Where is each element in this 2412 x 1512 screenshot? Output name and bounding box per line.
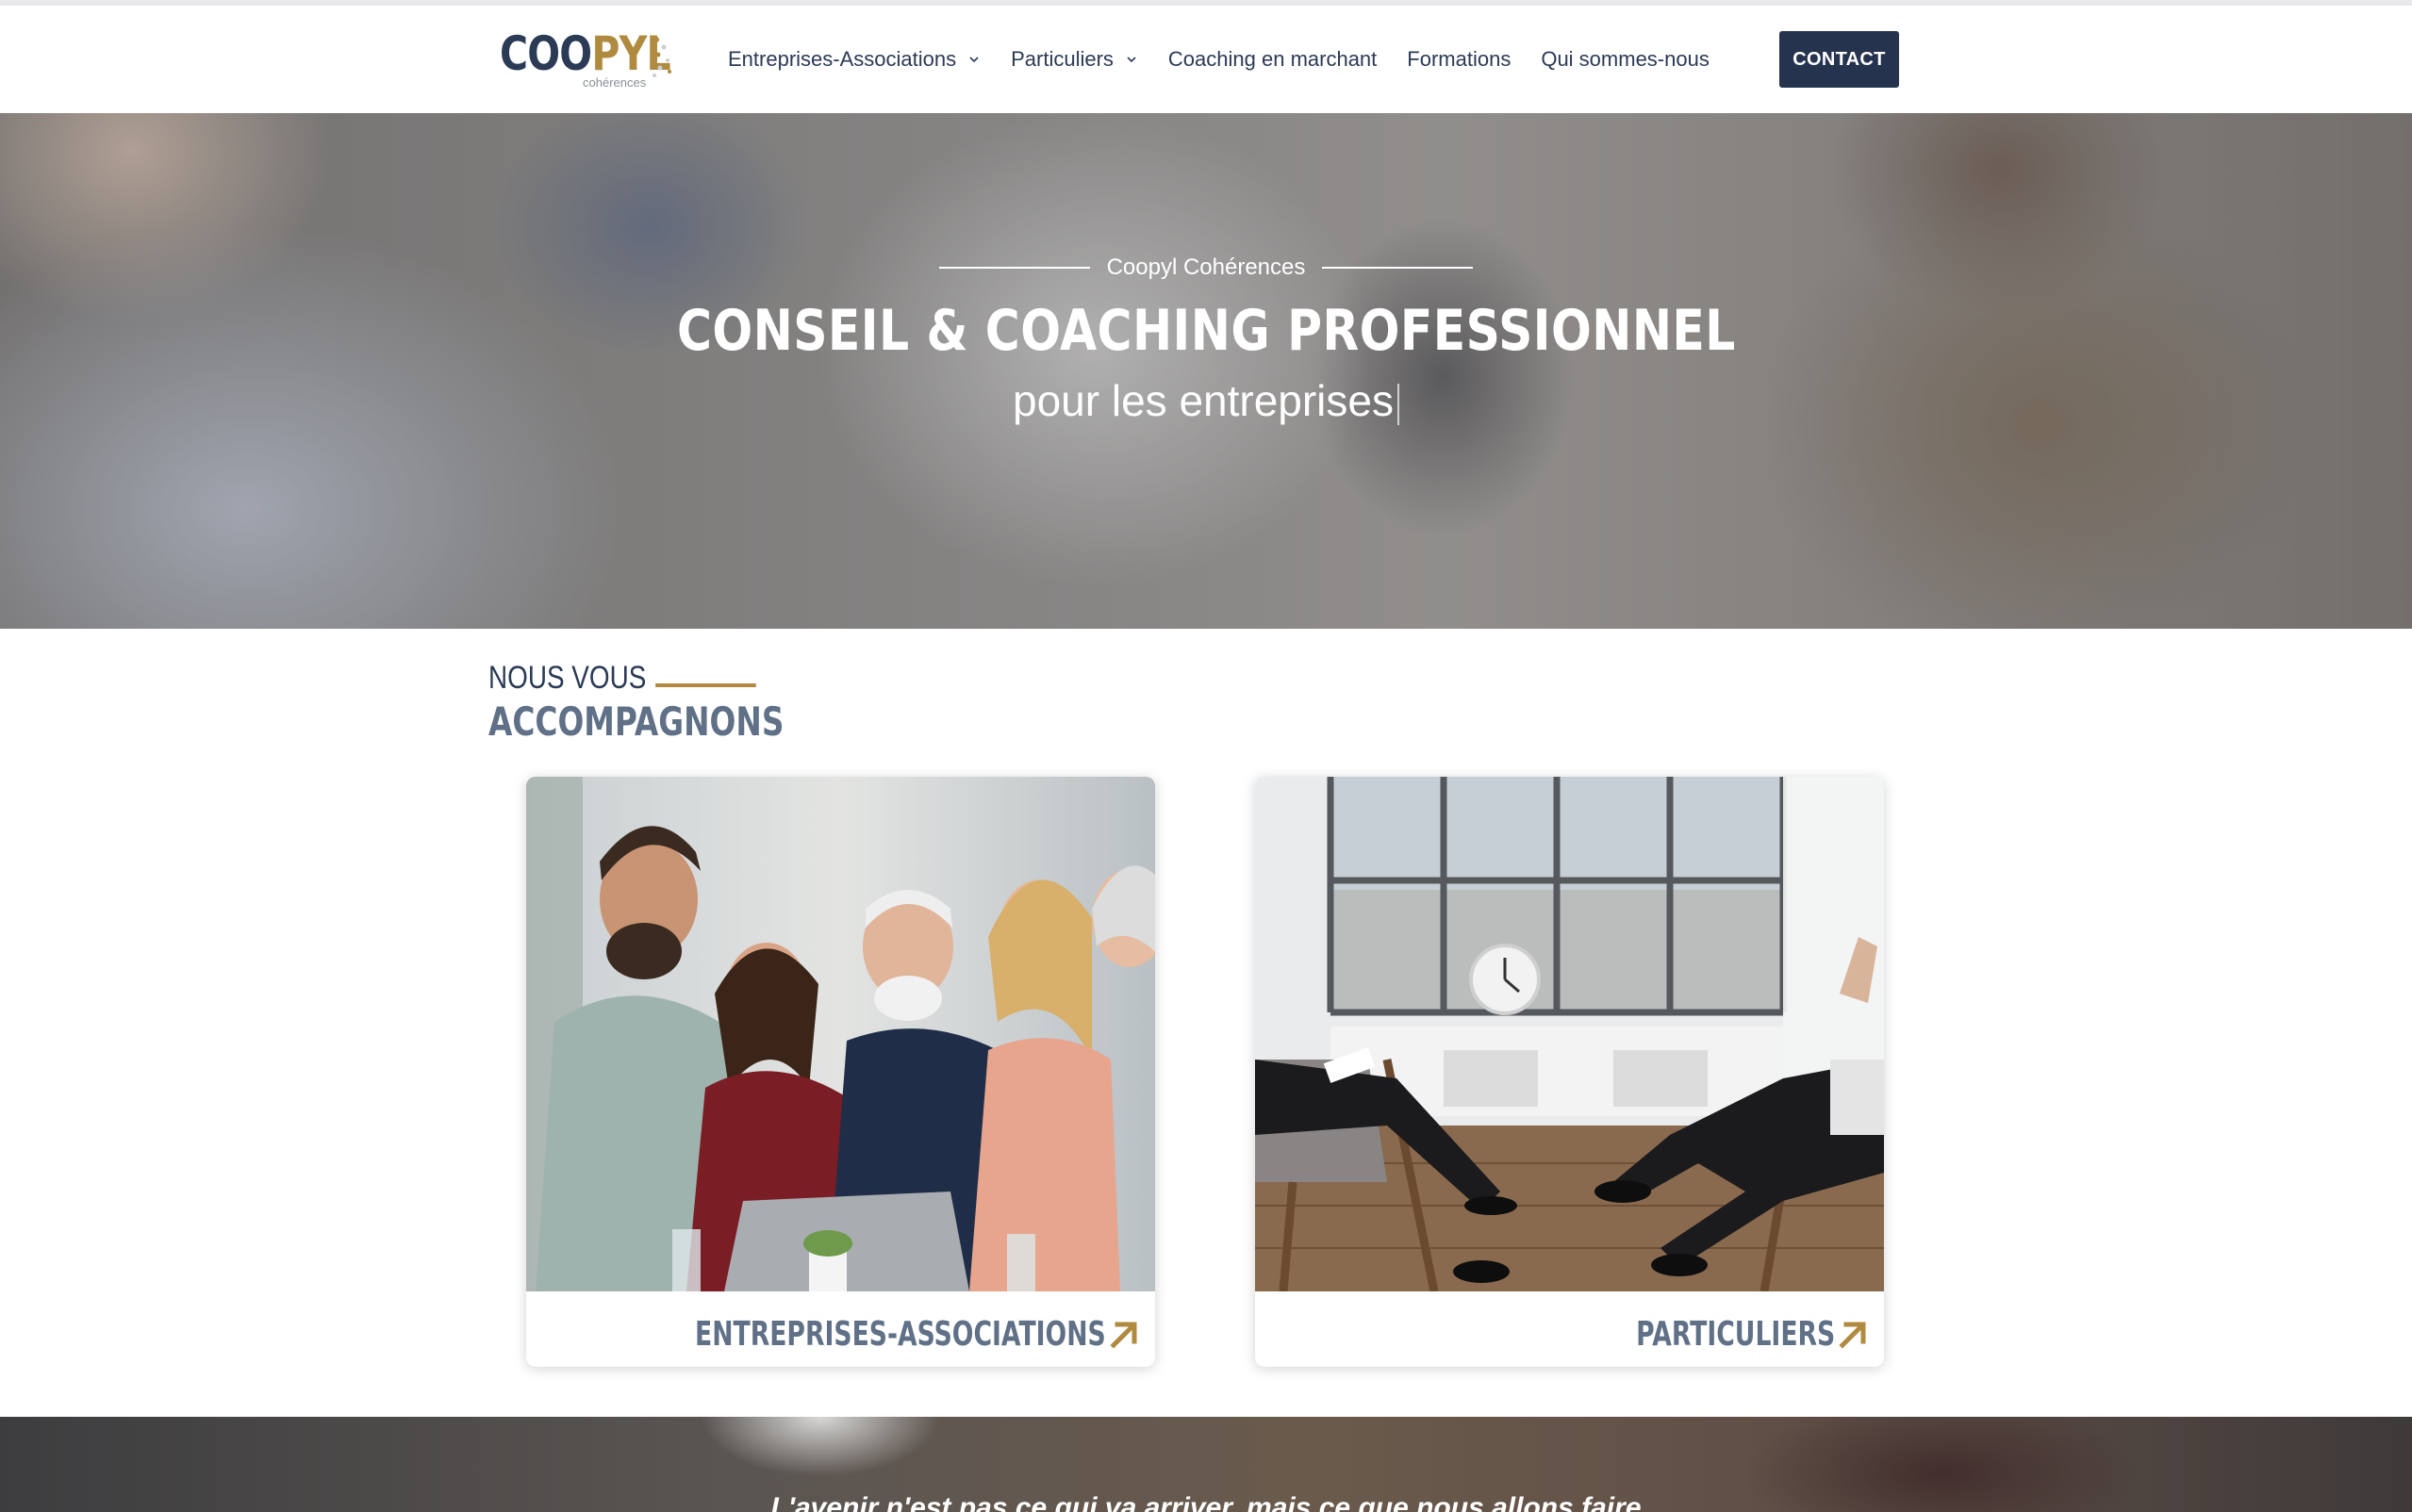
hero-eyebrow: Coopyl Cohérences <box>0 255 2412 281</box>
hero-subtitle: pour les entreprises <box>0 375 2412 426</box>
accent-bar <box>655 683 756 687</box>
divider-line <box>1322 267 1474 269</box>
logo-dots-icon <box>653 37 671 77</box>
section-heading: NOUS VOUS ACCOMPAGNONS <box>488 660 867 745</box>
arrow-up-right-icon <box>1110 1322 1137 1349</box>
nav-item-label: Particuliers <box>1011 47 1114 71</box>
quote-band: L'avenir n'est pas ce qui va arriver, ma… <box>0 1417 2412 1512</box>
typing-cursor <box>1397 383 1399 425</box>
quote-text: L'avenir n'est pas ce qui va arriver, ma… <box>770 1492 1642 1512</box>
divider-line <box>938 267 1090 269</box>
card-label[interactable]: PARTICULIERS <box>1566 1315 1869 1354</box>
card-entreprises-associations[interactable]: ENTREPRISES-ASSOCIATIONS <box>526 777 1155 1367</box>
card-particuliers[interactable]: PARTICULIERS <box>1255 777 1884 1367</box>
main-nav: Entreprises-Associations Particuliers Co… <box>728 6 1740 113</box>
nav-item-entreprises-associations[interactable]: Entreprises-Associations <box>728 47 981 72</box>
site-header: COOPYL cohérences Entreprises-Associatio… <box>0 6 2412 113</box>
card-label-text: PARTICULIERS <box>1635 1315 1835 1354</box>
chevron-down-icon <box>969 57 979 63</box>
hero-title: CONSEIL & COACHING PROFESSIONNEL <box>676 298 1736 364</box>
section-heading-line2: ACCOMPAGNONS <box>488 698 785 745</box>
section-heading-line1: NOUS VOUS <box>488 660 799 697</box>
nav-item-label: Entreprises-Associations <box>728 47 957 71</box>
card-label-text: ENTREPRISES-ASSOCIATIONS <box>695 1315 1106 1354</box>
hero-subtitle-prefix: pour les <box>1013 376 1167 425</box>
nav-item-particuliers[interactable]: Particuliers <box>1011 47 1138 72</box>
chevron-down-icon <box>1127 57 1136 63</box>
contact-button[interactable]: CONTACT <box>1779 31 1899 88</box>
nav-item-label: Formations <box>1407 47 1512 71</box>
logo-wordmark: COOPYL <box>500 26 671 81</box>
hero-subtitle-word: entreprises <box>1179 376 1394 425</box>
nav-item-qui-sommes-nous[interactable]: Qui sommes-nous <box>1541 47 1710 72</box>
logo-subtitle: cohérences <box>583 75 647 90</box>
coopyl-logo[interactable]: COOPYL cohérences <box>500 26 688 92</box>
therapy-session-photo <box>1255 777 1884 1291</box>
nav-item-formations[interactable]: Formations <box>1407 47 1511 72</box>
hero-eyebrow-text: Coopyl Cohérences <box>1106 255 1306 280</box>
team-meeting-photo <box>526 777 1155 1291</box>
hero-overlay <box>0 113 2412 629</box>
arrow-up-right-icon <box>1839 1322 1866 1349</box>
nav-item-coaching-en-marchant[interactable]: Coaching en marchant <box>1168 47 1377 72</box>
nav-item-label: Qui sommes-nous <box>1541 47 1710 71</box>
card-label[interactable]: ENTREPRISES-ASSOCIATIONS <box>551 1315 1140 1354</box>
hero-banner: Coopyl Cohérences CONSEIL & COACHING PRO… <box>0 113 2412 629</box>
nav-item-label: Coaching en marchant <box>1167 47 1378 71</box>
